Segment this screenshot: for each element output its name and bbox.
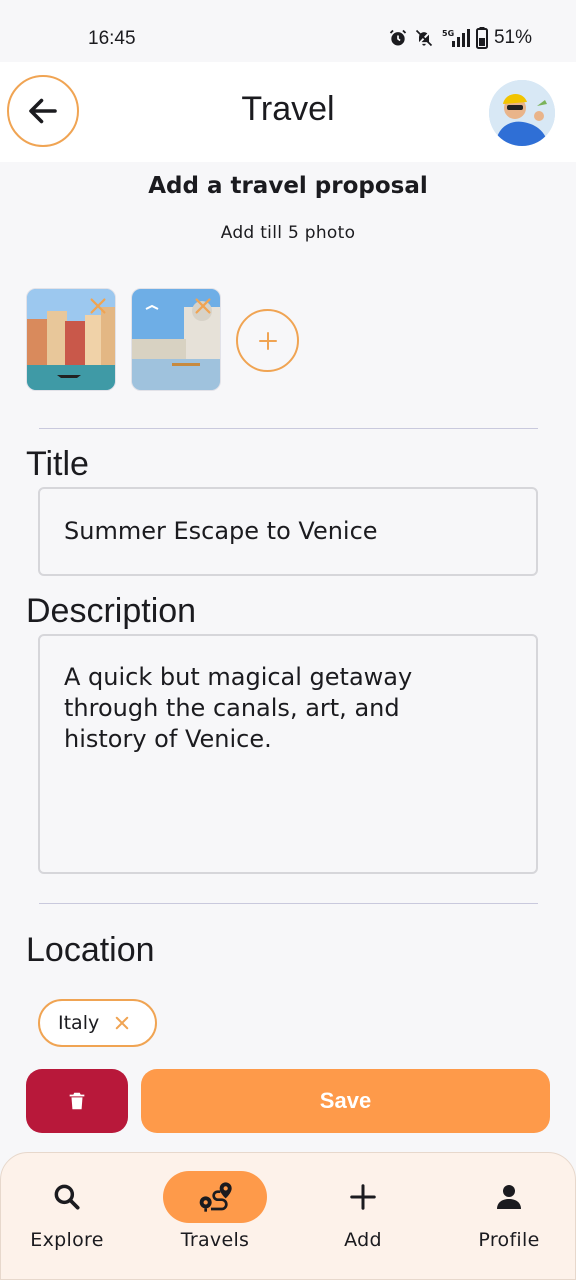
svg-text:5G: 5G	[442, 29, 454, 38]
alarm-icon	[389, 29, 407, 46]
remove-location-icon[interactable]	[113, 1014, 131, 1032]
nav-label-profile: Profile	[478, 1229, 540, 1251]
bell-off-icon	[415, 29, 433, 47]
plus-icon	[350, 1184, 376, 1210]
nav-item-explore[interactable]: Explore	[0, 1153, 139, 1280]
nav-label-explore: Explore	[30, 1229, 104, 1251]
status-icons: 5G 51%	[388, 26, 532, 50]
signal-5g-icon: 5G	[442, 29, 470, 47]
trash-icon	[69, 1092, 85, 1110]
photo-thumbnail-1[interactable]	[26, 288, 116, 391]
remove-photo-icon[interactable]	[192, 295, 214, 317]
location-label: Location	[26, 931, 155, 969]
form-subheading: Add till 5 photo	[220, 223, 356, 243]
location-chip[interactable]: Italy	[38, 999, 157, 1047]
nav-label-add: Add	[344, 1229, 382, 1251]
battery-percent: 51%	[493, 27, 532, 48]
nav-label-travels: Travels	[180, 1229, 250, 1251]
description-field[interactable]: A quick but magical getaway through the …	[38, 634, 538, 874]
delete-button[interactable]	[26, 1069, 128, 1133]
search-icon	[54, 1184, 80, 1210]
plus-icon	[258, 331, 277, 350]
add-photo-button[interactable]	[236, 309, 299, 372]
form-heading: Add a travel proposal	[148, 173, 428, 199]
remove-photo-icon[interactable]	[87, 295, 109, 317]
nav-item-travels[interactable]: Travels	[143, 1153, 287, 1280]
title-label: Title	[26, 445, 89, 483]
divider	[39, 428, 538, 429]
status-time: 16:45	[88, 28, 136, 49]
status-bar: 16:45 5G 51%	[0, 0, 576, 62]
save-button[interactable]: Save	[141, 1069, 550, 1133]
divider	[39, 903, 538, 904]
nav-item-add[interactable]: Add	[291, 1153, 435, 1280]
app-bar: Travel	[0, 62, 576, 162]
title-field[interactable]: Summer Escape to Venice	[38, 487, 538, 576]
route-icon	[199, 1182, 232, 1212]
location-chip-label: Italy	[58, 1012, 100, 1034]
battery-icon	[475, 27, 488, 49]
description-label: Description	[26, 592, 197, 630]
bottom-navigation: Explore Travels Add Profile	[0, 1152, 576, 1280]
nav-item-profile[interactable]: Profile	[437, 1153, 576, 1280]
person-icon	[497, 1185, 521, 1209]
photo-thumbnail-2[interactable]	[131, 288, 221, 391]
avatar[interactable]	[489, 80, 555, 146]
